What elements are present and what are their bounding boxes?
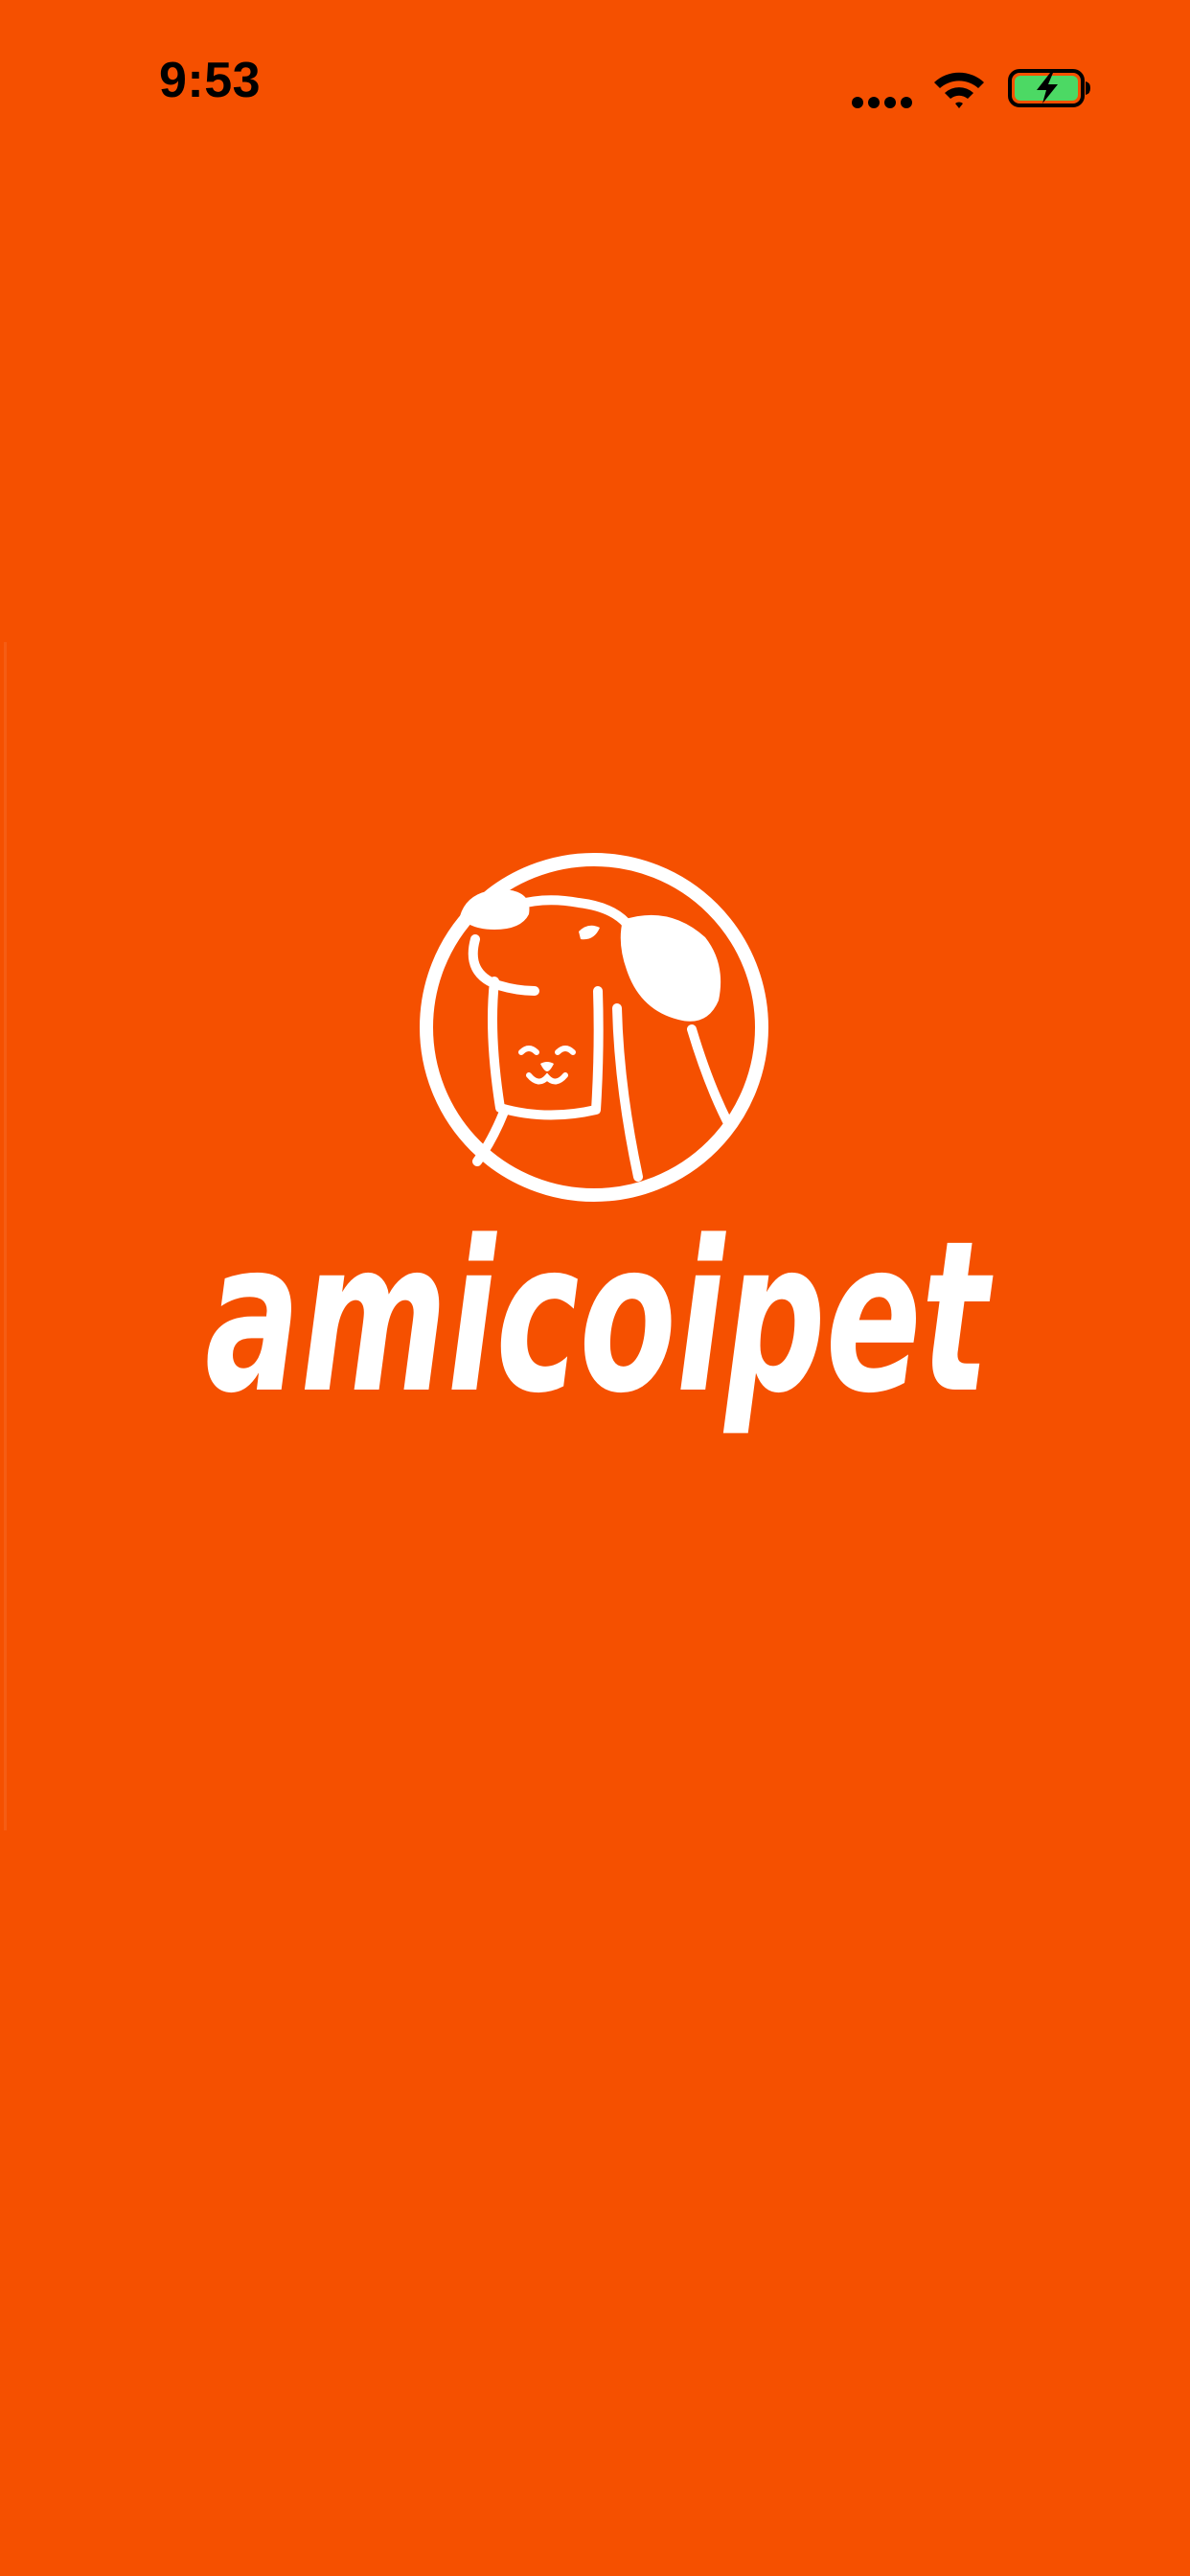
brand-name: amicoipet — [205, 1225, 994, 1439]
brand-wordmark: amicoipet — [205, 1225, 994, 1439]
battery-charging-icon — [1008, 69, 1090, 107]
cellular-signal-icon — [852, 97, 912, 108]
screen-edge-artifact — [4, 642, 7, 1830]
dog-cat-emblem-icon — [420, 853, 768, 1202]
wifi-icon — [934, 72, 984, 108]
splash-screen: 9:53 amicoipet — [0, 0, 1190, 2576]
status-time: 9:53 — [159, 53, 262, 108]
status-bar: 9:53 — [0, 0, 1190, 172]
